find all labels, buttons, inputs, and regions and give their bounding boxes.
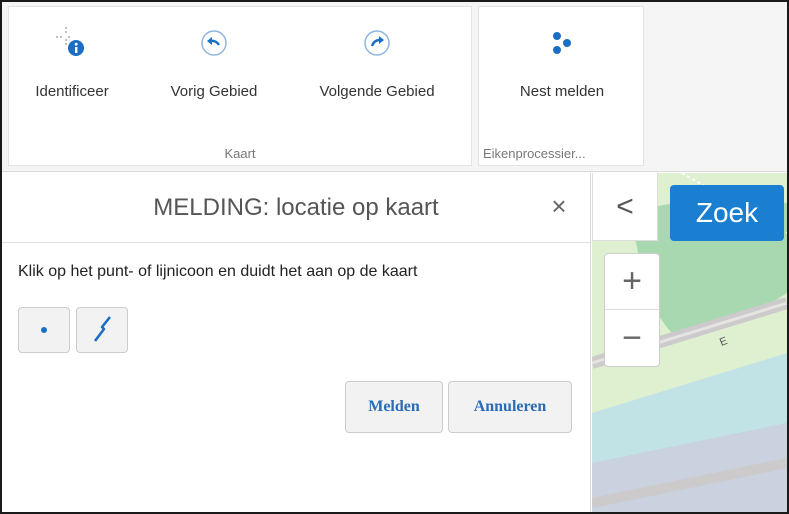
annuleren-button[interactable]: Annuleren [448, 381, 572, 433]
volgende-gebied-button[interactable]: Volgende Gebied [297, 25, 457, 100]
app-window: Identificeer Vorig Gebied Volgende Gebie… [0, 0, 789, 514]
volgende-gebied-label: Volgende Gebied [319, 83, 435, 100]
arrow-right-icon [297, 25, 457, 61]
melden-button[interactable]: Melden [345, 381, 443, 433]
identificeer-label: Identificeer [35, 83, 109, 100]
close-icon[interactable]: × [544, 191, 574, 221]
point-icon [41, 327, 47, 333]
zoek-button[interactable]: Zoek [670, 185, 784, 241]
ribbon-group-label-eikenprocessie: Eikenprocessier... [483, 146, 586, 161]
vorig-gebied-button[interactable]: Vorig Gebied [149, 25, 279, 100]
nest-melden-button[interactable]: Nest melden [489, 25, 635, 100]
map-view[interactable]: E < Zoek + − [592, 173, 787, 512]
ribbon-group-kaart: Identificeer Vorig Gebied Volgende Gebie… [8, 6, 472, 166]
zoom-control: + − [604, 253, 660, 367]
ribbon-toolbar: Identificeer Vorig Gebied Volgende Gebie… [2, 2, 787, 172]
panel-title: MELDING: locatie op kaart [153, 194, 439, 221]
instruction-text: Klik op het punt- of lijnicoon en duidt … [18, 263, 418, 280]
zoom-out-button[interactable]: − [605, 310, 659, 366]
zoom-in-button[interactable]: + [605, 254, 659, 310]
vorig-gebied-label: Vorig Gebied [170, 83, 258, 100]
point-tool-button[interactable] [18, 307, 70, 353]
panel-header: MELDING: locatie op kaart × [2, 173, 590, 243]
identificeer-button[interactable]: Identificeer [19, 25, 125, 100]
ribbon-group-label-kaart: Kaart [224, 146, 256, 161]
line-icon [93, 316, 112, 342]
ribbon-group-eikenprocessie: Nest melden Eikenprocessier... [478, 6, 644, 166]
line-tool-button[interactable] [76, 307, 128, 353]
arrow-left-icon [149, 25, 279, 61]
identify-icon [19, 25, 125, 61]
melding-panel: MELDING: locatie op kaart × Klik op het … [2, 173, 591, 512]
nest-icon [489, 25, 635, 61]
collapse-panel-button[interactable]: < [592, 173, 658, 241]
nest-melden-label: Nest melden [519, 83, 605, 100]
